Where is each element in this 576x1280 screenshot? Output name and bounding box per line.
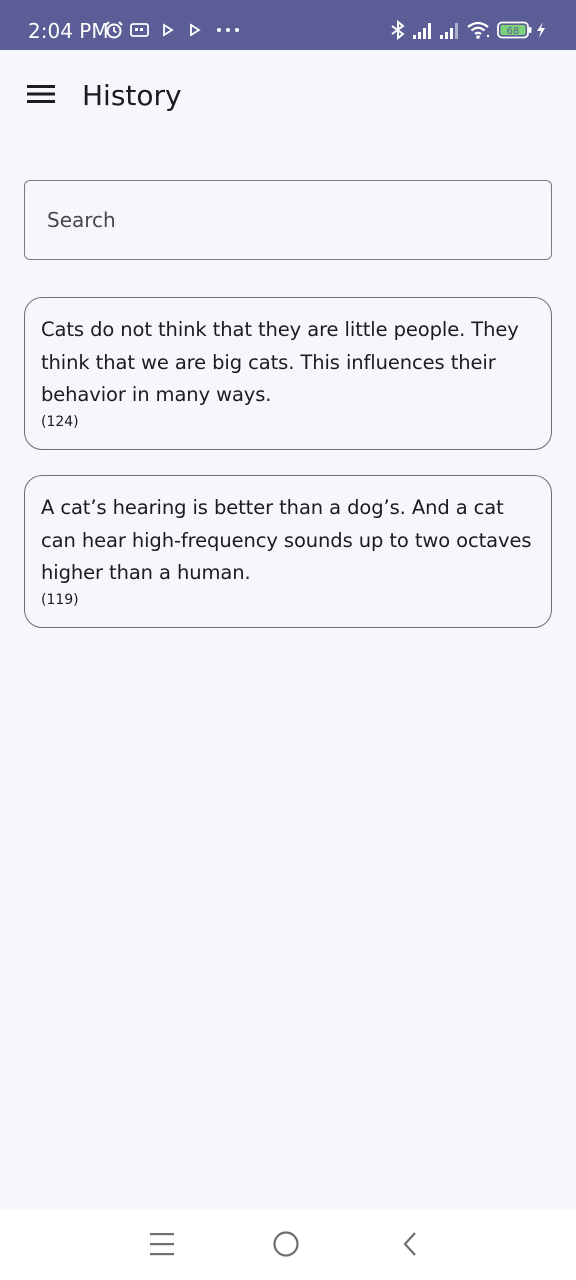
signal-icon (412, 20, 434, 40)
battery-level: 68 (507, 26, 520, 37)
alarm-icon (104, 20, 124, 40)
bluetooth-icon (389, 20, 407, 40)
search-input[interactable] (25, 181, 551, 259)
more-dots-icon (216, 27, 240, 33)
recents-icon (148, 1231, 176, 1262)
status-time: 2:04 PM (28, 19, 109, 43)
battery-icon: 68 (497, 21, 533, 39)
back-button[interactable] (388, 1224, 432, 1268)
fact-card[interactable]: A cat’s hearing is better than a dog’s. … (24, 475, 552, 628)
charging-icon (535, 21, 547, 39)
fact-text: Cats do not think that they are little p… (41, 318, 519, 406)
fact-length: (119) (41, 591, 79, 608)
recents-button[interactable] (140, 1224, 184, 1268)
back-icon (400, 1230, 420, 1263)
fact-length: (124) (41, 413, 79, 430)
wifi-icon (466, 20, 492, 40)
system-nav-bar (0, 1210, 576, 1280)
home-button[interactable] (264, 1224, 308, 1268)
page-title: History (82, 79, 182, 112)
cast-icon (130, 22, 150, 38)
menu-button[interactable] (16, 74, 66, 118)
home-icon (272, 1230, 300, 1263)
search-field[interactable] (24, 180, 552, 260)
fact-card[interactable]: Cats do not think that they are little p… (24, 297, 552, 450)
app-bar: History (0, 50, 576, 142)
fact-text: A cat’s hearing is better than a dog’s. … (41, 496, 532, 584)
play-icon (161, 23, 175, 37)
signal-icon (439, 20, 461, 40)
play-icon (188, 23, 202, 37)
status-bar: 2:04 PM 68 (0, 0, 576, 50)
hamburger-menu-icon (27, 83, 55, 110)
